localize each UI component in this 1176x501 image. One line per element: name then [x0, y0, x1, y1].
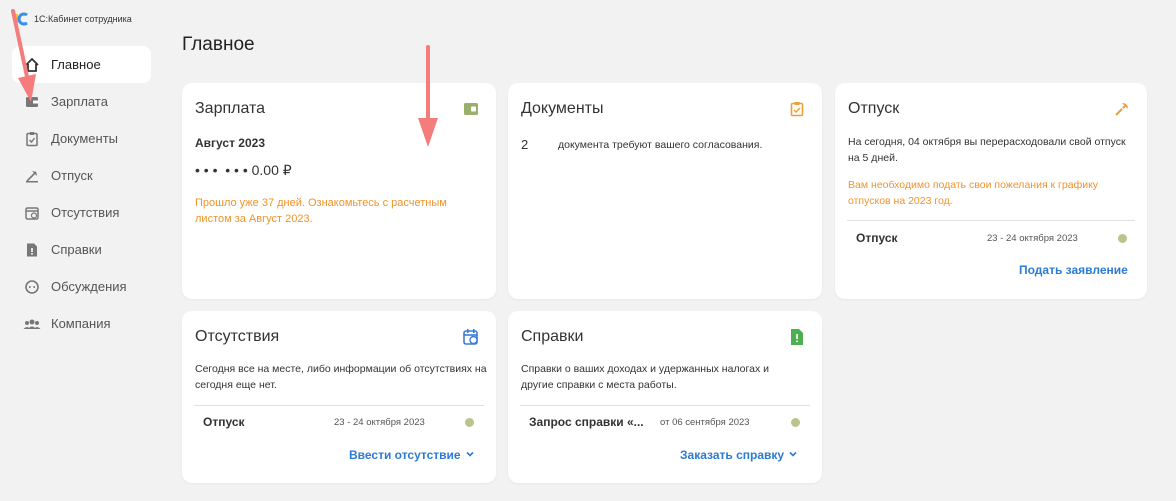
- calendar-clock-icon: [462, 328, 480, 346]
- documents-count: 2: [521, 137, 529, 152]
- salary-amount[interactable]: • • • • • • 0.00 ₽: [195, 162, 292, 179]
- card-title: Отпуск: [848, 100, 900, 117]
- beach-icon: [23, 167, 41, 185]
- annotation-arrow-icon: [11, 9, 36, 102]
- card-title: Справки: [521, 328, 584, 345]
- sidebar-item-discussions[interactable]: Обсуждения: [12, 268, 151, 305]
- documents-card[interactable]: Документы 2 документа требуют вашего сог…: [508, 83, 822, 299]
- calendar-clock-icon: [23, 204, 41, 222]
- sidebar-item-absences[interactable]: Отсутствия: [12, 194, 151, 231]
- vacation-card[interactable]: Отпуск На сегодня, 04 октября вы перерас…: [835, 83, 1147, 299]
- absence-row-label[interactable]: Отпуск: [203, 415, 245, 429]
- clipboard-icon: [23, 130, 41, 148]
- sidebar-item-label: Компания: [51, 316, 111, 331]
- card-title: Документы: [521, 100, 604, 117]
- divider: [194, 405, 484, 406]
- sidebar-item-label: Документы: [51, 131, 119, 146]
- chat-icon: [23, 278, 41, 296]
- vacation-notice[interactable]: Вам необходимо подать свои пожелания к г…: [848, 177, 1128, 209]
- divider: [847, 220, 1135, 221]
- sidebar-item-label: Отсутствия: [51, 205, 120, 220]
- sidebar-item-vacation[interactable]: Отпуск: [12, 157, 151, 194]
- sidebar-item-label: Обсуждения: [51, 279, 127, 294]
- absences-text: Сегодня все на месте, либо информации об…: [195, 363, 487, 391]
- documents-text[interactable]: документа требуют вашего согласования.: [558, 137, 762, 153]
- app-title: 1С:Кабинет сотрудника: [34, 14, 132, 24]
- salary-period: Август 2023: [195, 136, 265, 150]
- card-title: Отсутствия: [195, 328, 280, 345]
- status-dot: [465, 418, 474, 427]
- salary-card[interactable]: Зарплата Август 2023 • • • • • • 0.00 ₽ …: [182, 83, 496, 299]
- enter-absence-link[interactable]: Ввести отсутствие: [349, 448, 475, 462]
- card-title: Зарплата: [195, 100, 266, 117]
- vacation-row-date: 23 - 24 октября 2023: [987, 233, 1078, 244]
- sidebar-item-company[interactable]: Компания: [12, 305, 151, 342]
- status-dot: [791, 418, 800, 427]
- vacation-row-label[interactable]: Отпуск: [856, 231, 898, 245]
- wallet-icon: [462, 100, 480, 118]
- document-icon: [23, 241, 41, 259]
- document-alert-icon: [788, 328, 806, 346]
- submit-application-link[interactable]: Подать заявление: [1019, 263, 1128, 277]
- people-icon: [23, 315, 41, 333]
- sidebar-item-label: Главное: [51, 57, 101, 72]
- absence-row-date: 23 - 24 октября 2023: [334, 417, 425, 428]
- link-label: Ввести отсутствие: [349, 448, 461, 462]
- salary-notice[interactable]: Прошло уже 37 дней. Ознакомьтесь с расче…: [195, 195, 465, 227]
- absences-card[interactable]: Отсутствия Сегодня все на месте, либо ин…: [182, 311, 496, 483]
- order-certificate-link[interactable]: Заказать справку: [680, 448, 798, 462]
- chevron-down-icon: [465, 448, 475, 462]
- sidebar-item-documents[interactable]: Документы: [12, 120, 151, 157]
- sidebar-item-certificates[interactable]: Справки: [12, 231, 151, 268]
- sidebar-item-label: Зарплата: [51, 94, 108, 109]
- sidebar-item-label: Отпуск: [51, 168, 93, 183]
- certificate-row-date: от 06 сентября 2023: [660, 417, 750, 428]
- link-label: Подать заявление: [1019, 263, 1128, 277]
- sidebar-item-label: Справки: [51, 242, 102, 257]
- divider: [520, 405, 810, 406]
- page-title: Главное: [182, 34, 255, 55]
- chevron-down-icon: [788, 448, 798, 462]
- certificates-text: Справки о ваших доходах и удержанных нал…: [521, 363, 769, 391]
- status-dot: [1118, 234, 1127, 243]
- annotation-arrow-icon: [418, 45, 438, 147]
- beach-icon: [1113, 100, 1131, 118]
- link-label: Заказать справку: [680, 448, 785, 462]
- certificate-row-label[interactable]: Запрос справки «...: [529, 415, 644, 429]
- certificates-card[interactable]: Справки Справки о ваших доходах и удержа…: [508, 311, 822, 483]
- vacation-text: На сегодня, 04 октября вы перерасходовал…: [848, 136, 1126, 164]
- clipboard-check-icon: [788, 100, 806, 118]
